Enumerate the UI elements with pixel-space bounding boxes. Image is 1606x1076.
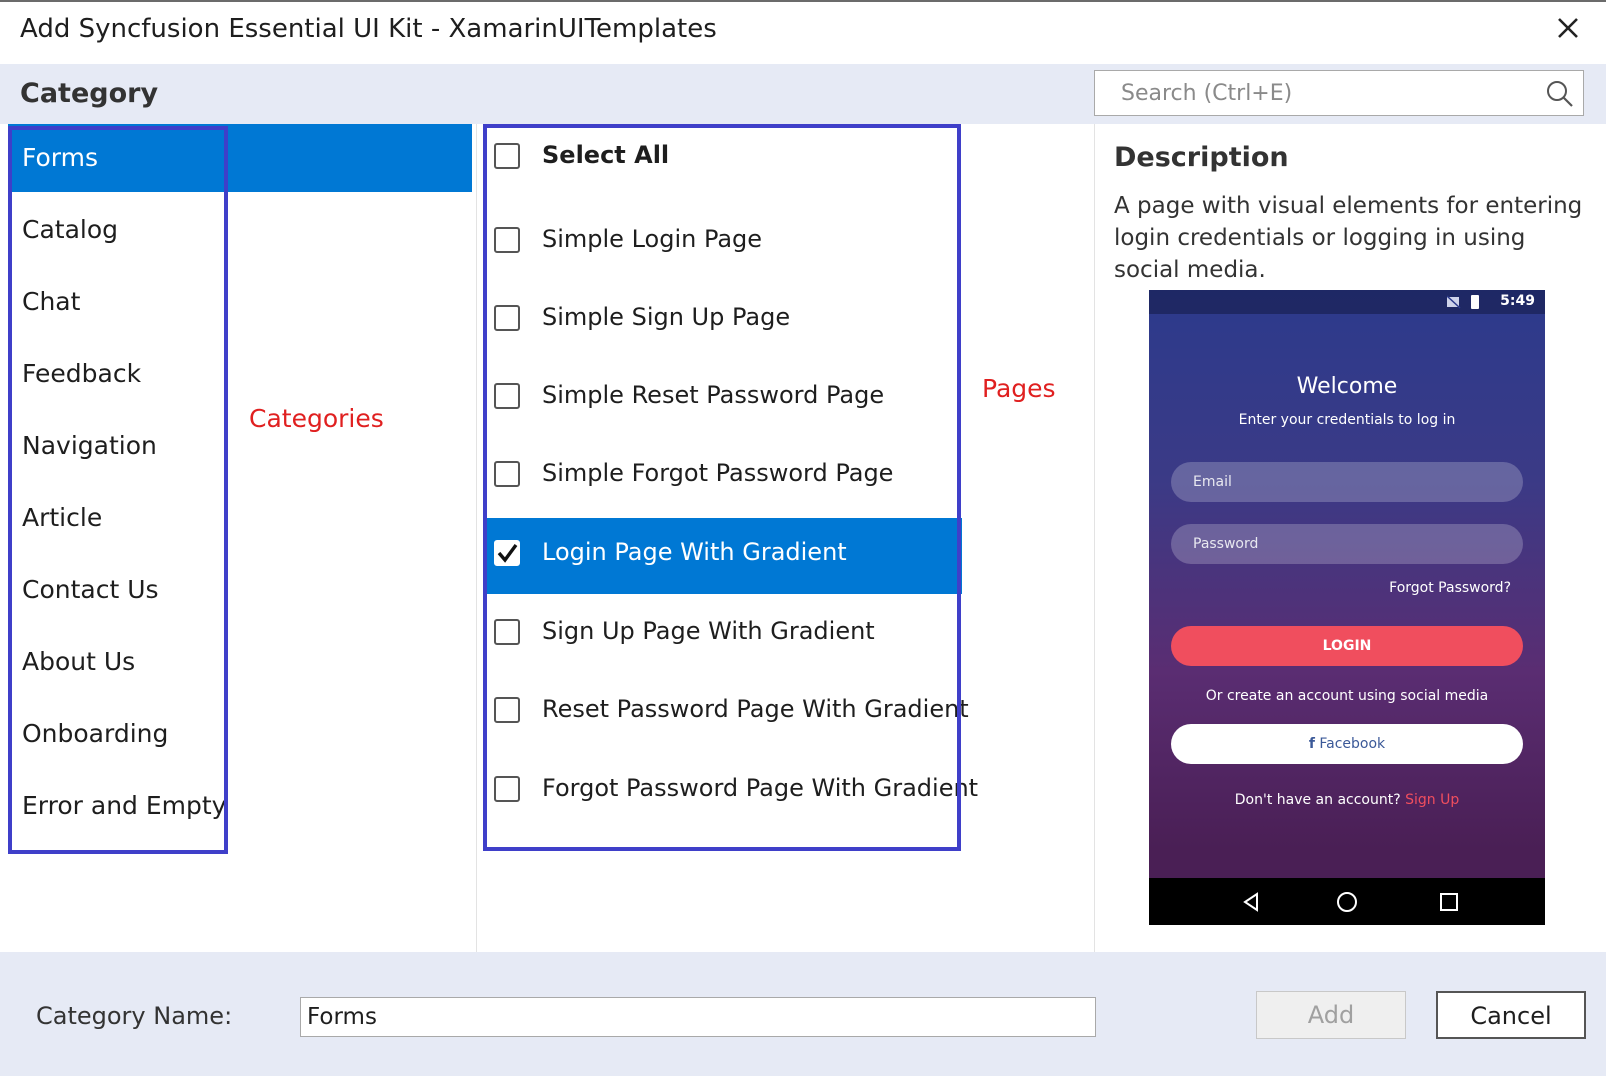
page-item[interactable]: Simple Login Page (486, 205, 962, 277)
page-item[interactable]: Forgot Password Page With Gradient (486, 754, 978, 826)
search-input[interactable] (1095, 71, 1525, 115)
preview-login-button: LOGIN (1171, 626, 1523, 666)
category-item-navigation[interactable]: Navigation (8, 412, 472, 480)
page-item-select-all[interactable]: Select All (486, 121, 962, 193)
page-item[interactable]: Sign Up Page With Gradient (486, 597, 962, 669)
checkbox[interactable] (494, 143, 520, 169)
home-icon (1337, 892, 1357, 912)
checkbox[interactable] (494, 619, 520, 645)
category-item-onboarding[interactable]: Onboarding (8, 700, 472, 768)
page-item[interactable]: Simple Reset Password Page (486, 361, 962, 433)
page-item[interactable]: Reset Password Page With Gradient (486, 675, 969, 747)
preview-email-field: Email (1171, 462, 1523, 502)
add-button[interactable]: Add (1256, 991, 1406, 1039)
cancel-button[interactable]: Cancel (1436, 991, 1586, 1039)
search-icon[interactable] (1544, 78, 1576, 110)
category-item-forms[interactable]: Forms (8, 124, 472, 192)
window-title: Add Syncfusion Essential UI Kit - Xamari… (20, 14, 717, 44)
pane-divider (476, 124, 477, 952)
category-name-label: Category Name: (36, 1002, 233, 1030)
category-item-catalog[interactable]: Catalog (8, 196, 472, 264)
description-heading: Description (1114, 142, 1289, 173)
preview-facebook-button: f Facebook (1171, 724, 1523, 764)
page-item-label: Simple Forgot Password Page (542, 459, 894, 487)
preview-no-account: Don't have an account? (1234, 792, 1401, 808)
category-item-contact-us[interactable]: Contact Us (8, 556, 472, 624)
recents-icon (1440, 893, 1458, 911)
description-text: A page with visual elements for entering… (1114, 193, 1583, 283)
page-item-label: Sign Up Page With Gradient (542, 617, 875, 645)
preview-image: 5:49 Welcome Enter your credentials to l… (1149, 290, 1545, 925)
checkbox[interactable] (494, 461, 520, 487)
category-name-field[interactable] (300, 997, 1096, 1037)
category-item-feedback[interactable]: Feedback (8, 340, 472, 408)
preview-or-text: Or create an account using social media (1205, 688, 1489, 704)
preview-password-field: Password (1171, 524, 1523, 564)
page-item-label: Forgot Password Page With Gradient (542, 774, 979, 802)
preview-signup-link: Sign Up (1405, 792, 1460, 808)
search-box[interactable] (1094, 70, 1584, 116)
category-header: Category (20, 78, 159, 109)
page-item-label: Simple Login Page (542, 225, 763, 253)
back-icon (1243, 892, 1258, 912)
page-item-label: Select All (542, 141, 670, 169)
close-icon[interactable] (1552, 12, 1584, 44)
category-item-error-and-empty[interactable]: Error and Empty (8, 772, 472, 840)
page-item-label: Simple Reset Password Page (542, 381, 885, 409)
checkbox[interactable] (494, 697, 520, 723)
page-item[interactable]: Simple Forgot Password Page (486, 439, 962, 511)
categories-annotation: Categories (249, 404, 384, 433)
page-item-label: Reset Password Page With Gradient (542, 695, 969, 723)
page-item-selected[interactable]: Login Page With Gradient (486, 518, 962, 594)
preview-facebook-label: Facebook (1319, 736, 1386, 752)
checkbox[interactable] (494, 383, 520, 409)
pages-annotation: Pages (982, 374, 1056, 403)
preview-forgot-link: Forgot Password? (1389, 580, 1511, 596)
preview-welcome: Welcome (1296, 374, 1398, 399)
page-item[interactable]: Simple Sign Up Page (486, 283, 962, 355)
checkmark-icon (497, 543, 518, 563)
category-item-article[interactable]: Article (8, 484, 472, 552)
preview-subtitle: Enter your credentials to log in (1238, 412, 1456, 428)
checkbox[interactable] (494, 305, 520, 331)
page-item-label: Login Page With Gradient (542, 538, 847, 566)
facebook-icon: f (1308, 736, 1315, 752)
page-item-label: Simple Sign Up Page (542, 303, 791, 331)
category-item-chat[interactable]: Chat (8, 268, 472, 336)
checkbox-checked[interactable] (494, 540, 520, 566)
pane-divider (1094, 124, 1095, 952)
status-icons (1447, 295, 1479, 309)
status-bar (1149, 290, 1545, 314)
checkbox[interactable] (494, 227, 520, 253)
checkbox[interactable] (494, 776, 520, 802)
android-nav-bar (1149, 878, 1545, 925)
status-time: 5:49 (1500, 293, 1535, 309)
category-item-about-us[interactable]: About Us (8, 628, 472, 696)
preview-signup-row: Don't have an account? Sign Up (1149, 792, 1545, 808)
